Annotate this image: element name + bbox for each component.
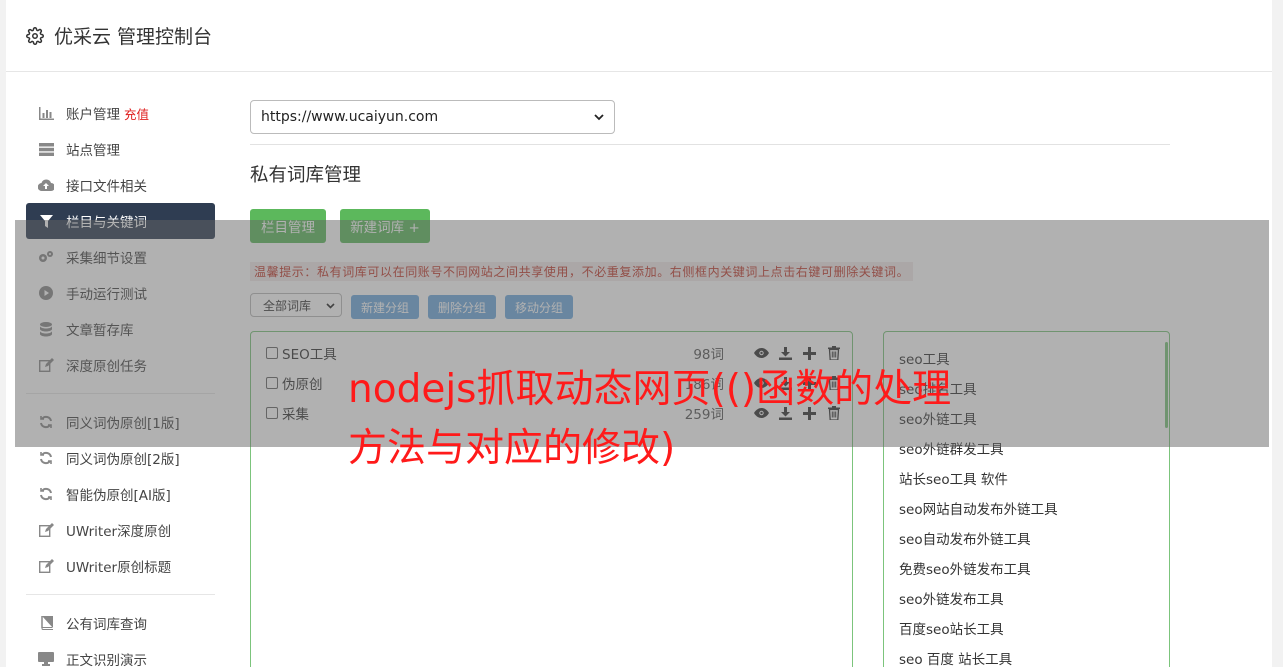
server-icon [38, 141, 54, 157]
keyword-item[interactable]: seo 百度 站长工具 [899, 648, 1012, 667]
refresh-icon [38, 450, 54, 466]
sidebar-divider [26, 594, 215, 595]
overlay-title: nodejs抓取动态网页(()函数的处理方法与对应的修改) [348, 367, 952, 471]
keyword-item[interactable]: 百度seo站长工具 [899, 618, 1004, 638]
recharge-link[interactable]: 充值 [124, 104, 149, 123]
sidebar-item-label: 智能伪原创[AI版] [66, 488, 171, 504]
sidebar-item-text-recognition[interactable]: 正文识别演示 [26, 641, 215, 667]
edit-icon [38, 522, 54, 538]
sidebar-item-label: 公有词库查询 [66, 617, 147, 633]
app-title: 优采云 管理控制台 [54, 26, 213, 48]
keyword-item[interactable]: 免费seo外链发布工具 [899, 558, 1031, 578]
sidebar-item-uwriter-deep[interactable]: UWriter深度原创 [26, 512, 215, 548]
cloud-upload-icon [38, 177, 54, 193]
page-title: 私有词库管理 [250, 165, 362, 186]
top-bar: 优采云 管理控制台 [6, 0, 1272, 72]
bar-chart-icon [38, 105, 54, 121]
sidebar-item-ai-rewrite[interactable]: 智能伪原创[AI版] [26, 476, 215, 512]
divider [250, 144, 1170, 145]
monitor-icon [38, 651, 54, 667]
sidebar-item-label: UWriter深度原创 [66, 524, 172, 540]
keyword-item[interactable]: seo自动发布外链工具 [899, 528, 1031, 548]
sidebar-item-public-library[interactable]: 公有词库查询 [26, 605, 215, 641]
app-title-wrap: 优采云 管理控制台 [26, 22, 212, 49]
sidebar-item-label: UWriter原创标题 [66, 560, 172, 576]
sidebar-item-label: 正文识别演示 [66, 653, 147, 667]
sidebar-item-sites[interactable]: 站点管理 [26, 131, 215, 167]
sidebar-item-label: 接口文件相关 [66, 179, 147, 195]
gear-icon [26, 26, 44, 45]
book-icon [38, 615, 54, 631]
sidebar-item-label: 账户管理 [66, 107, 120, 123]
chevron-down-icon [594, 109, 604, 125]
edit-icon [38, 558, 54, 574]
sidebar-item-label: 同义词伪原创[2版] [66, 452, 180, 468]
refresh-icon [38, 486, 54, 502]
sidebar-item-account[interactable]: 账户管理 充值 [26, 95, 215, 131]
sidebar-item-label: 站点管理 [66, 143, 120, 159]
sidebar-item-uwriter-title[interactable]: UWriter原创标题 [26, 548, 215, 584]
keyword-item[interactable]: seo网站自动发布外链工具 [899, 498, 1058, 518]
sidebar-item-interface[interactable]: 接口文件相关 [26, 167, 215, 203]
site-select[interactable]: https://www.ucaiyun.com [250, 100, 615, 134]
keyword-item[interactable]: seo外链发布工具 [899, 588, 1004, 608]
site-select-value: https://www.ucaiyun.com [261, 109, 439, 125]
